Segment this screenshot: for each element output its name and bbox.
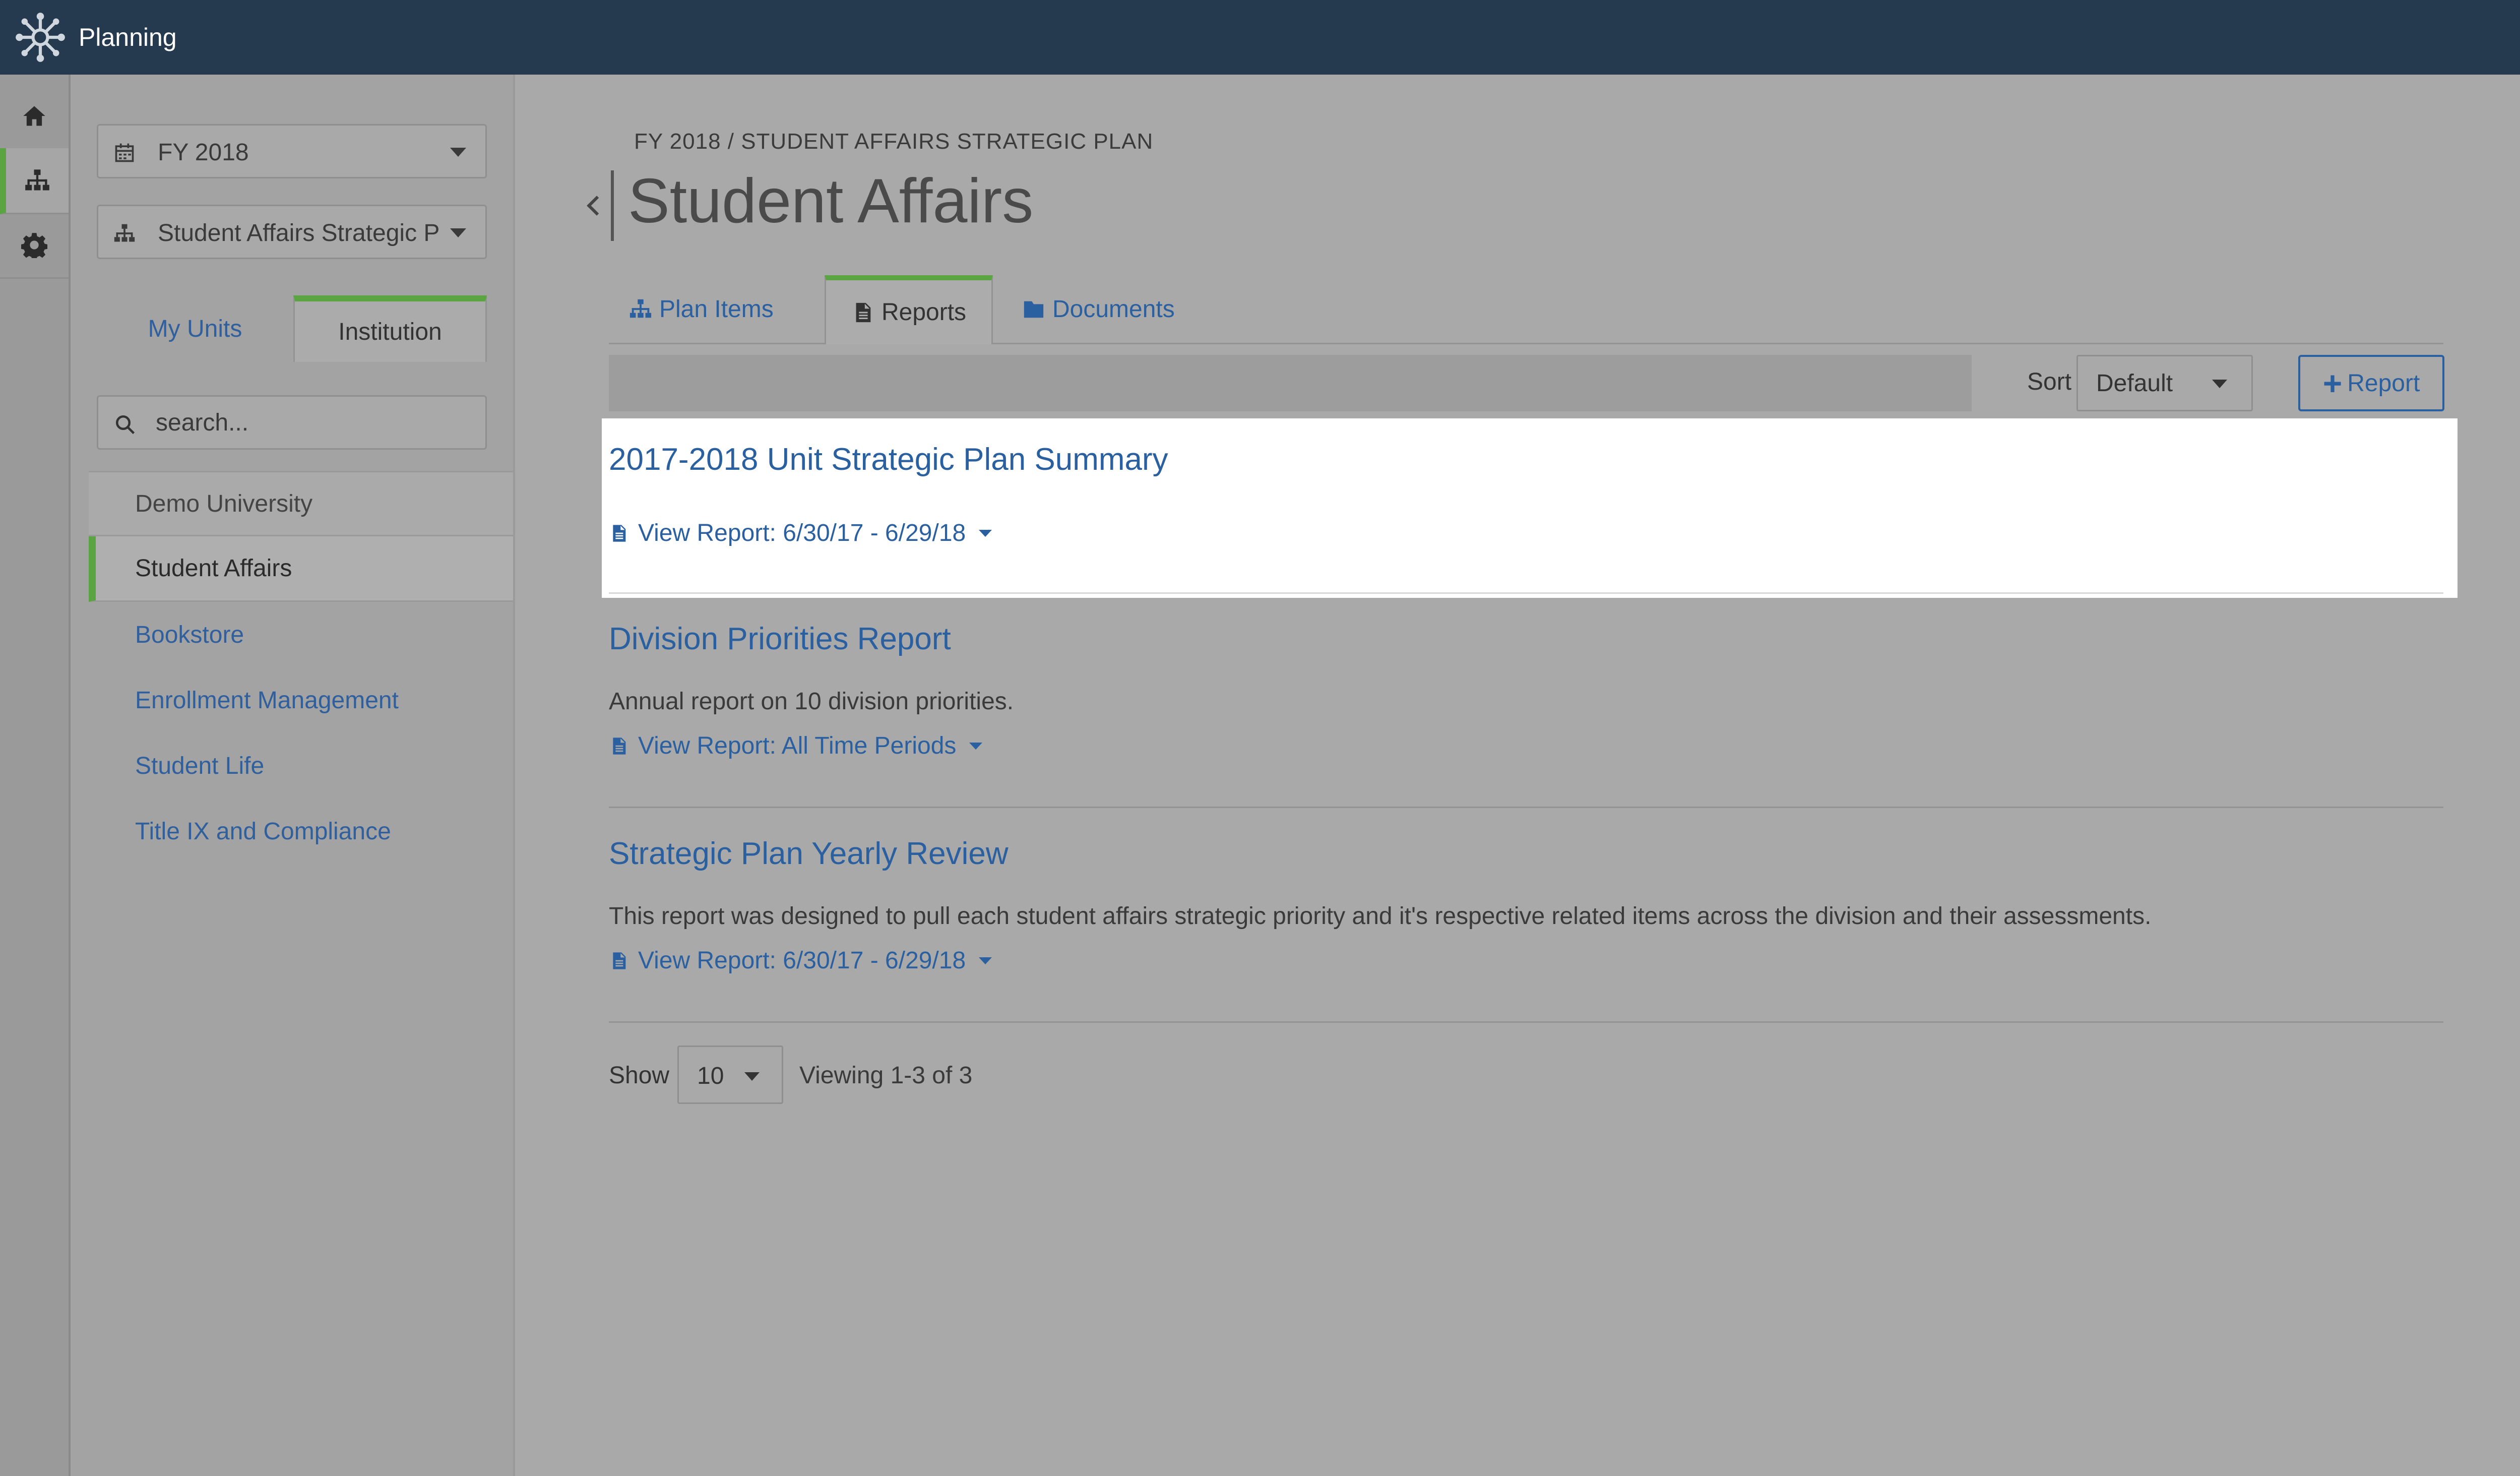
page-title: Student Affairs <box>628 166 1034 236</box>
tab-plan-items[interactable]: Plan Items <box>629 275 774 343</box>
view-report-dropdown[interactable]: View Report: 6/30/17 - 6/29/18 <box>609 947 992 974</box>
search-icon <box>115 415 135 435</box>
folder-icon <box>1024 301 1044 318</box>
unit-item-enrollment-management[interactable]: Enrollment Management <box>89 667 513 733</box>
top-bar: Planning <box>0 0 2520 75</box>
plus-icon: + <box>2322 364 2343 402</box>
chevron-down-icon <box>744 1072 760 1081</box>
plan-select[interactable]: Student Affairs Strategic P <box>97 205 487 259</box>
sort-select-value: Default <box>2096 370 2173 397</box>
unit-item-demo-university[interactable]: Demo University <box>89 471 513 536</box>
plan-select-value: Student Affairs Strategic P <box>158 220 440 247</box>
view-report-label: View Report: 6/30/17 - 6/29/18 <box>638 520 966 546</box>
sort-select[interactable]: Default <box>2076 355 2253 411</box>
filter-bar <box>609 355 1972 411</box>
search-input[interactable] <box>155 406 469 439</box>
report-item: Division Priorities Report Annual report… <box>609 621 2443 787</box>
view-report-label: View Report: 6/30/17 - 6/29/18 <box>638 947 966 974</box>
fiscal-year-select[interactable]: FY 2018 <box>97 124 487 178</box>
tab-documents-label: Documents <box>1052 295 1175 323</box>
report-title[interactable]: Strategic Plan Yearly Review <box>609 836 1009 872</box>
document-icon <box>613 524 626 542</box>
viewing-count: Viewing 1-3 of 3 <box>799 1062 973 1089</box>
main-tabs: Plan Items Reports Documents <box>609 275 2443 344</box>
unit-list: Demo University Student Affairs Bookstor… <box>89 471 513 864</box>
unit-item-title-ix[interactable]: Title IX and Compliance <box>89 798 513 864</box>
view-report-dropdown[interactable]: View Report: 6/30/17 - 6/29/18 <box>609 519 992 547</box>
home-icon <box>23 106 45 126</box>
report-title[interactable]: Division Priorities Report <box>609 621 951 657</box>
rail-home[interactable] <box>0 84 69 150</box>
sitemap-icon <box>114 224 135 242</box>
unit-item-bookstore[interactable]: Bookstore <box>89 602 513 667</box>
unit-search <box>97 395 487 450</box>
rail-planning[interactable] <box>0 148 69 214</box>
tab-documents[interactable]: Documents <box>1022 275 1175 343</box>
collapse-sidebar-button[interactable] <box>586 170 607 241</box>
fiscal-year-value: FY 2018 <box>158 139 249 166</box>
view-report-dropdown[interactable]: View Report: All Time Periods <box>609 732 983 760</box>
tab-reports-label: Reports <box>881 299 967 326</box>
tab-plan-items-label: Plan Items <box>659 295 774 323</box>
main-content: FY 2018 / STUDENT AFFAIRS STRATEGIC PLAN… <box>515 75 2520 1476</box>
page-size-select[interactable]: 10 <box>677 1046 783 1104</box>
chevron-down-icon <box>2212 380 2227 388</box>
add-report-label: Report <box>2347 370 2420 397</box>
chevron-down-icon <box>450 148 466 157</box>
planning-logo-icon[interactable] <box>14 11 67 64</box>
divider <box>609 592 2443 594</box>
unit-item-student-life[interactable]: Student Life <box>89 733 513 798</box>
report-item: Strategic Plan Yearly Review This report… <box>609 836 2443 1002</box>
page-size-value: 10 <box>697 1063 724 1089</box>
rail-settings[interactable] <box>0 213 69 279</box>
pagination: Show 10 Viewing 1-3 of 3 <box>609 1046 1214 1104</box>
chevron-down-icon <box>450 228 466 237</box>
show-label: Show <box>609 1062 670 1089</box>
chevron-down-icon <box>969 742 983 750</box>
sitemap-icon <box>25 169 49 191</box>
chevron-left-icon <box>587 196 607 216</box>
unit-sidebar: FY 2018 Student Affairs Strategic P My U… <box>71 75 515 1476</box>
tab-reports[interactable]: Reports <box>825 275 993 344</box>
title-divider <box>611 170 614 241</box>
app-title: Planning <box>79 23 177 51</box>
document-icon <box>613 952 626 969</box>
breadcrumb[interactable]: FY 2018 / STUDENT AFFAIRS STRATEGIC PLAN <box>634 129 1153 154</box>
sitemap-icon <box>629 299 652 318</box>
tab-my-units[interactable]: My Units <box>97 295 293 362</box>
calendar-icon <box>115 143 134 162</box>
chevron-down-icon <box>979 957 992 964</box>
icon-rail <box>0 75 71 1476</box>
report-item: 2017-2018 Unit Strategic Plan Summary Vi… <box>602 418 2458 598</box>
sort-label: Sort <box>2027 368 2072 395</box>
unit-scope-tabs: My Units Institution <box>97 295 487 362</box>
tab-institution[interactable]: Institution <box>293 295 487 362</box>
gear-icon <box>21 233 47 258</box>
view-report-label: View Report: All Time Periods <box>638 732 957 759</box>
report-title[interactable]: 2017-2018 Unit Strategic Plan Summary <box>609 442 1168 477</box>
divider <box>609 1021 2443 1023</box>
report-description: This report was designed to pull each st… <box>609 903 2152 930</box>
unit-item-student-affairs[interactable]: Student Affairs <box>89 536 513 602</box>
document-icon <box>613 737 626 755</box>
report-description: Annual report on 10 division priorities. <box>609 688 1014 715</box>
document-icon <box>856 302 871 322</box>
chevron-down-icon <box>979 529 992 537</box>
divider <box>609 807 2443 808</box>
add-report-button[interactable]: + Report <box>2298 355 2444 411</box>
